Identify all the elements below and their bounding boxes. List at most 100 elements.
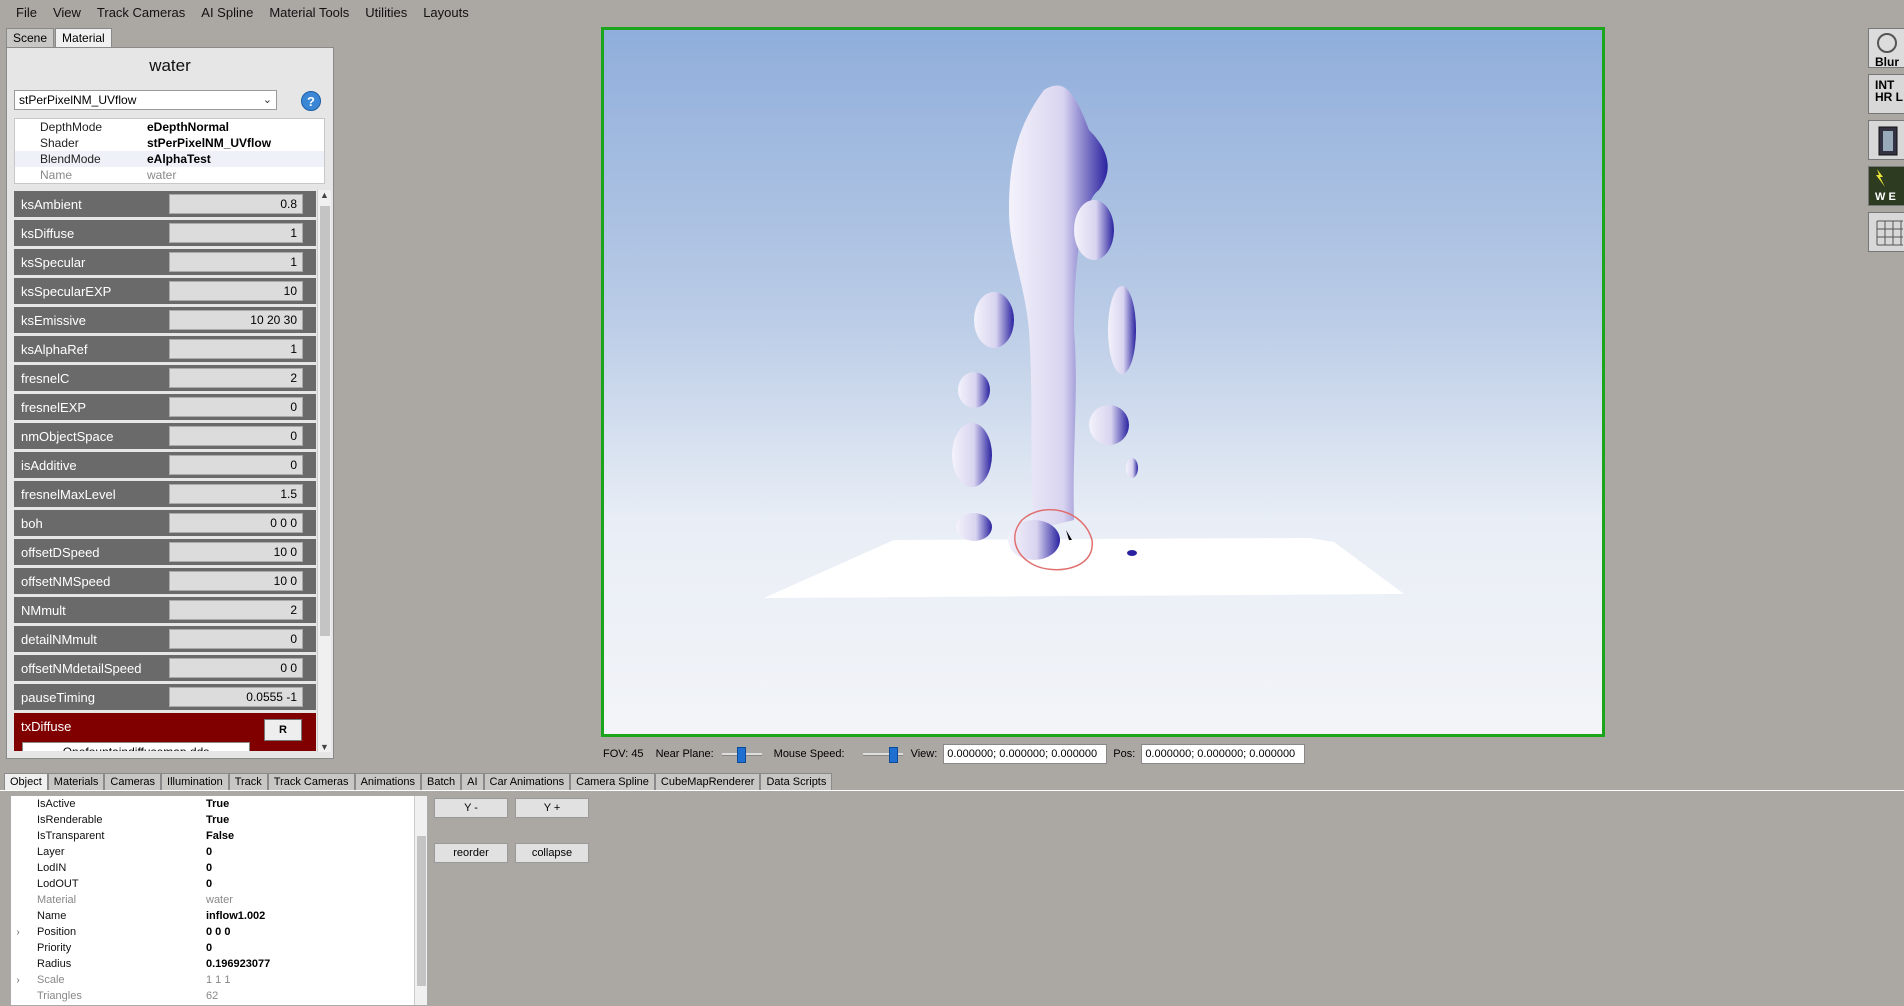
tab-scene[interactable]: Scene [6, 28, 55, 48]
near-plane-slider[interactable] [721, 747, 762, 763]
object-property-key: Layer [37, 846, 65, 858]
slider-knob[interactable] [888, 747, 898, 763]
tab-cameras[interactable]: Cameras [104, 773, 162, 791]
chevron-right-icon[interactable]: › [11, 975, 25, 986]
param-value-field[interactable]: 1 [169, 339, 303, 359]
param-value-field[interactable]: 0 [169, 426, 303, 446]
menu-view[interactable]: View [45, 5, 89, 20]
object-property-row[interactable]: Radius 0.196923077 [11, 956, 427, 972]
menu-ai-spline[interactable]: AI Spline [193, 5, 261, 20]
we-tool-button[interactable]: W E [1868, 166, 1904, 206]
bottom-tabs: Object Materials Cameras Illumination Track T… [4, 773, 833, 791]
object-property-row[interactable]: LodOUT 0 [11, 876, 427, 892]
param-value-field[interactable]: 10 0 [169, 542, 303, 562]
left-tabs: Scene Material [6, 28, 113, 48]
blur-tool-button[interactable]: Blur [1868, 28, 1904, 68]
shader-select[interactable]: stPerPixelNM_UVflow ⌄ [14, 90, 277, 110]
tab-track-cameras[interactable]: Track Cameras [267, 773, 355, 791]
param-value-field[interactable]: 2 [169, 600, 303, 620]
property-row[interactable]: BlendMode eAlphaTest [15, 151, 324, 167]
object-property-row[interactable]: › Position 0 0 0 [11, 924, 427, 940]
y-plus-button[interactable]: Y + [515, 798, 589, 818]
object-property-row[interactable]: Material water [11, 892, 427, 908]
help-icon[interactable]: ? [301, 91, 321, 111]
object-property-row[interactable]: Priority 0 [11, 940, 427, 956]
object-property-row[interactable]: Triangles 62 [11, 988, 427, 1004]
slider-knob[interactable] [737, 747, 747, 763]
property-row[interactable]: Shader stPerPixelNM_UVflow [15, 135, 324, 151]
ground-plane [764, 538, 1404, 598]
object-scrollbar[interactable] [414, 796, 427, 1005]
menu-file[interactable]: File [8, 5, 45, 20]
scroll-thumb[interactable] [320, 206, 330, 636]
property-value: stPerPixelNM_UVflow [147, 136, 272, 150]
object-property-value: 0 [206, 846, 213, 858]
tab-data-scripts[interactable]: Data Scripts [760, 773, 833, 791]
view-field[interactable] [943, 744, 1108, 764]
scroll-up-icon[interactable]: ▲ [320, 190, 329, 200]
object-property-row[interactable]: LodIN 0 [11, 860, 427, 876]
tab-animations[interactable]: Animations [354, 773, 421, 791]
param-value-field[interactable]: 0 [169, 455, 303, 475]
texture-reload-button[interactable]: R [264, 719, 302, 741]
property-row[interactable]: Name water [15, 167, 324, 183]
param-value-field[interactable]: 1 [169, 252, 303, 272]
property-row[interactable]: DepthMode eDepthNormal [15, 119, 324, 135]
object-property-row[interactable]: Name inflow1.002 [11, 908, 427, 924]
object-property-row[interactable]: › Scale 1 1 1 [11, 972, 427, 988]
tab-material[interactable]: Material [55, 28, 112, 48]
tab-cubemaprenderer[interactable]: CubeMapRenderer [654, 773, 761, 791]
tab-car-animations[interactable]: Car Animations [483, 773, 571, 791]
y-minus-button[interactable]: Y - [434, 798, 508, 818]
param-name: ksEmissive [21, 312, 87, 328]
tab-batch[interactable]: Batch [420, 773, 462, 791]
param-value-field[interactable]: 0.8 [169, 194, 303, 214]
property-value: eDepthNormal [147, 120, 230, 134]
param-value-field[interactable]: 0 0 [169, 658, 303, 678]
grid-tool-button[interactable] [1868, 212, 1904, 252]
tab-materials[interactable]: Materials [47, 773, 105, 791]
tab-camera-spline[interactable]: Camera Spline [570, 773, 655, 791]
pos-field[interactable] [1141, 744, 1306, 764]
reorder-button[interactable]: reorder [434, 843, 508, 863]
object-property-value: 0.196923077 [206, 958, 271, 970]
object-property-row[interactable]: IsActive True [11, 796, 427, 812]
param-value-field[interactable]: 0 [169, 397, 303, 417]
mouse-speed-slider[interactable] [862, 747, 903, 763]
tab-ai[interactable]: AI [461, 773, 484, 791]
param-value-field[interactable]: 10 20 30 [169, 310, 303, 330]
param-value-field[interactable]: 10 0 [169, 571, 303, 591]
param-value-field[interactable]: 1 [169, 223, 303, 243]
param-value-field[interactable]: 0.0555 -1 [169, 687, 303, 707]
property-value: water [147, 168, 177, 182]
param-value-field[interactable]: 10 [169, 281, 303, 301]
menu-layouts[interactable]: Layouts [415, 5, 477, 20]
menu-material-tools[interactable]: Material Tools [261, 5, 357, 20]
param-row: ksDiffuse 1 [14, 220, 316, 246]
scroll-thumb[interactable] [417, 836, 426, 986]
int-tool-button[interactable]: INT HR L [1868, 74, 1904, 114]
params-scrollbar[interactable]: ▲ ▼ [317, 190, 331, 752]
texture-file[interactable]: Onefountaindiffusemap.dds [22, 742, 250, 751]
param-value-field[interactable]: 0 [169, 629, 303, 649]
param-value-field[interactable]: 0 0 0 [169, 513, 303, 533]
tab-track[interactable]: Track [228, 773, 268, 791]
tab-object[interactable]: Object [4, 773, 48, 791]
chevron-right-icon[interactable]: › [11, 927, 25, 938]
object-property-row[interactable]: IsRenderable True [11, 812, 427, 828]
param-row: ksAmbient 0.8 [14, 191, 316, 217]
object-property-row[interactable]: Layer 0 [11, 844, 427, 860]
object-property-row[interactable]: IsTransparent False [11, 828, 427, 844]
param-name: ksAlphaRef [21, 341, 88, 357]
menu-track-cameras[interactable]: Track Cameras [89, 5, 193, 20]
collapse-button[interactable]: collapse [515, 843, 589, 863]
param-name: fresnelC [21, 370, 70, 386]
panel-tool-button[interactable] [1868, 120, 1904, 160]
menu-utilities[interactable]: Utilities [357, 5, 415, 20]
scroll-down-icon[interactable]: ▼ [320, 742, 329, 752]
3d-viewport[interactable] [601, 27, 1605, 737]
tab-illumination[interactable]: Illumination [161, 773, 229, 791]
param-value-field[interactable]: 2 [169, 368, 303, 388]
param-value-field[interactable]: 1.5 [169, 484, 303, 504]
water-blob [956, 513, 992, 541]
